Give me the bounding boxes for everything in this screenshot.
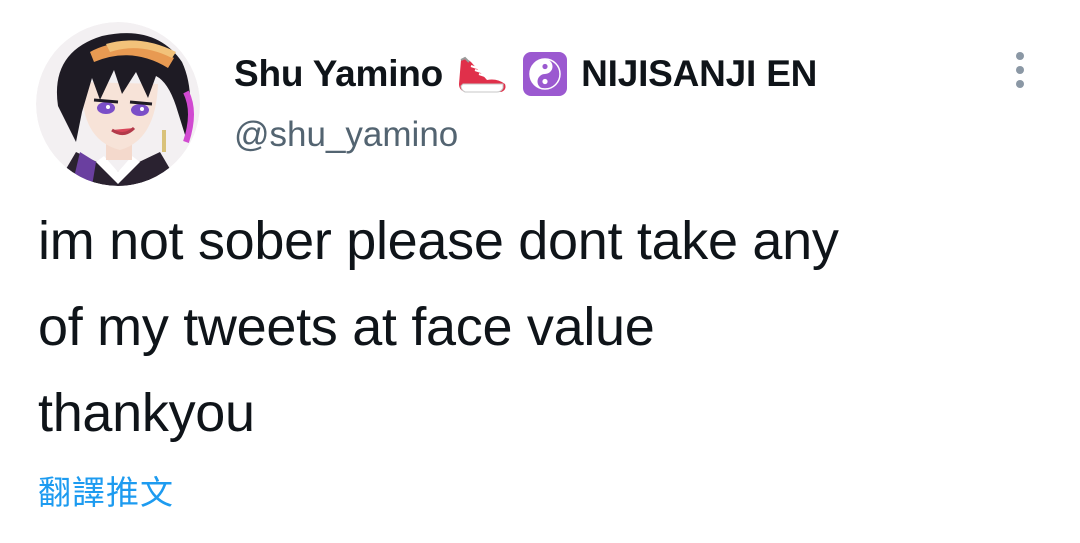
translate-tweet-link[interactable]: 翻譯推文	[38, 466, 174, 514]
tweet-card: Shu Yamino NIJISANJI EN @shu_yamino im n…	[0, 0, 1080, 543]
avatar-image	[36, 22, 200, 186]
more-vertical-icon[interactable]	[1004, 46, 1036, 98]
author-handle[interactable]: @shu_yamino	[234, 115, 458, 155]
tweet-text-line: im not sober please dont take any	[38, 211, 839, 271]
avatar[interactable]	[36, 22, 200, 186]
affiliation-label: NIJISANJI EN	[581, 53, 818, 94]
sneaker-icon	[457, 54, 509, 94]
yin-yang-icon	[523, 52, 568, 96]
tweet-text: im not sober please dont take any of my …	[38, 198, 1058, 456]
display-name[interactable]: Shu Yamino	[234, 53, 443, 95]
author-name-row: Shu Yamino NIJISANJI EN	[234, 46, 817, 102]
tweet-text-line: of my tweets at face value	[38, 297, 655, 357]
tweet-text-line: thankyou	[38, 383, 255, 443]
